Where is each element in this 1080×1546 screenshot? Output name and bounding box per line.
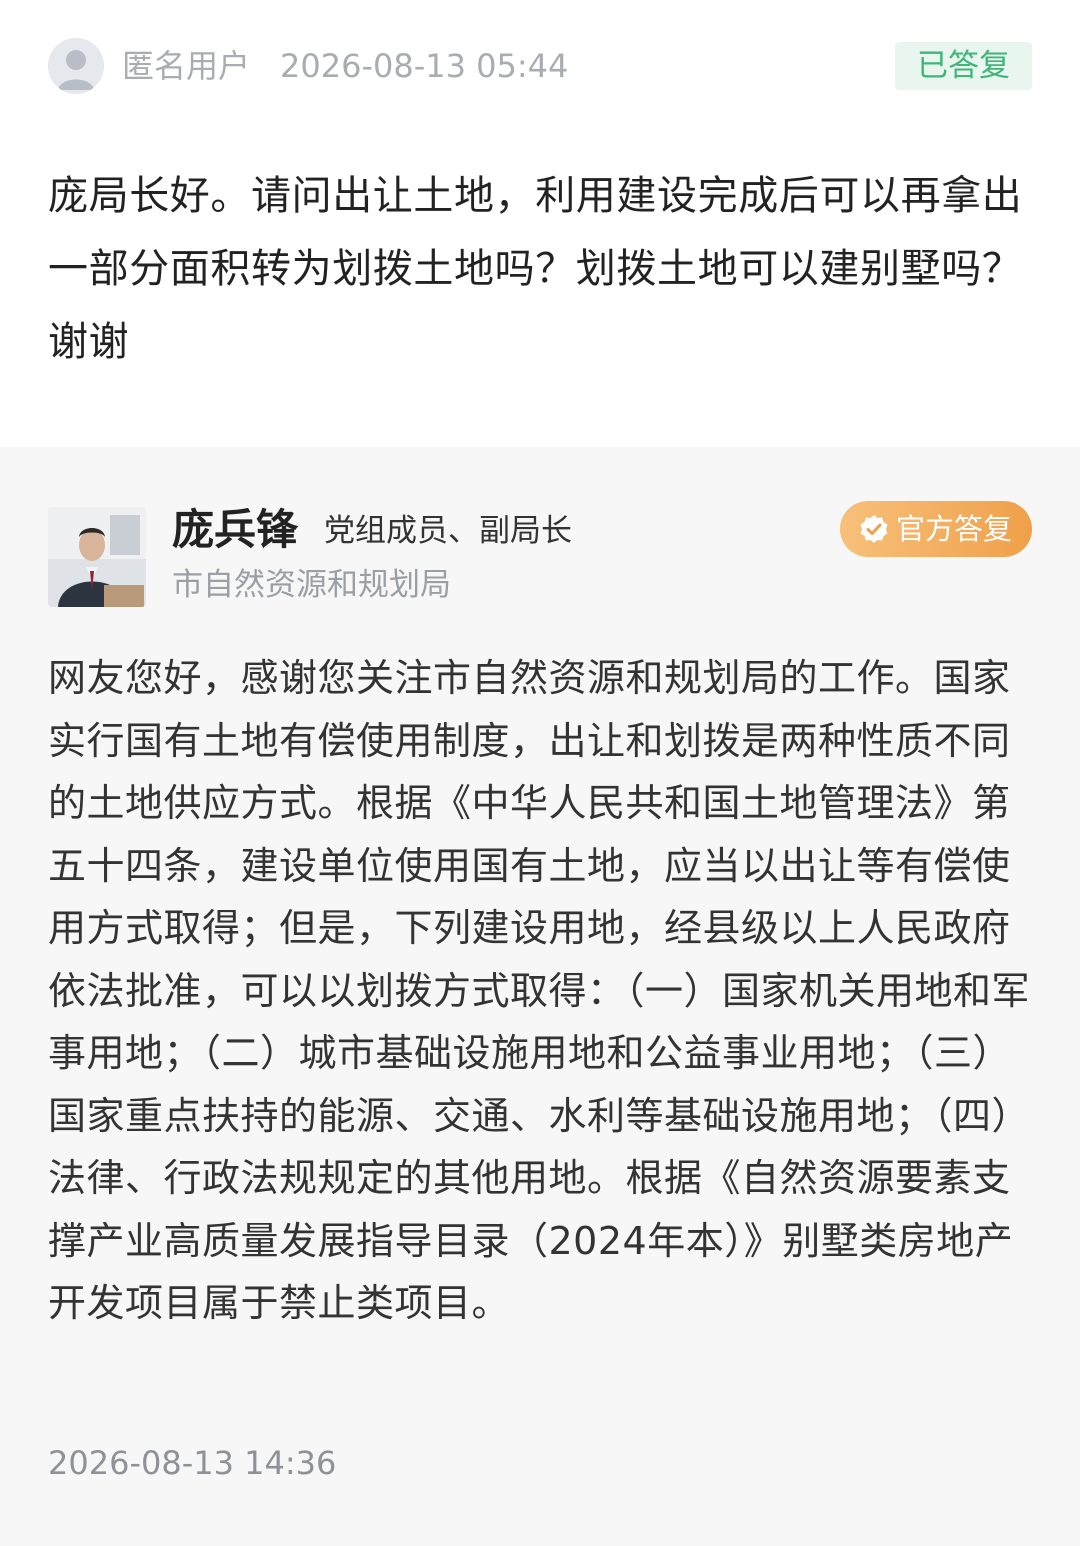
official-department: 市自然资源和规划局: [172, 567, 451, 603]
official-title: 党组成员、副局长: [324, 513, 572, 549]
official-avatar[interactable]: [48, 507, 146, 607]
answered-timestamp: 2026-08-13 14:36: [48, 1444, 337, 1482]
answer-text: 网友您好，感谢您关注市自然资源和规划局的工作。国家实行国有土地有偿使用制度，出让…: [48, 656, 1031, 1325]
user-silhouette-icon: [48, 38, 104, 94]
official-reply-label: 官方答复: [895, 512, 1012, 546]
question-header: 匿名用户 2026-08-13 05:44 已答复: [48, 36, 1032, 96]
question-card: 匿名用户 2026-08-13 05:44 已答复 庞局长好。请问出让土地，利用…: [0, 0, 1080, 447]
question-text: 庞局长好。请问出让土地，利用建设完成后可以再拿出一部分面积转为划拨土地吗？划拨土…: [48, 173, 1023, 365]
official-reply-badge: 官方答复: [839, 501, 1032, 557]
answer-card: 庞兵锋 党组成员、副局长 市自然资源和规划局 官方答复 网友您好，感谢您关注市自…: [0, 447, 1080, 1546]
official-photo-image: [48, 507, 146, 607]
verified-check-icon: [858, 513, 890, 545]
anonymous-avatar: [48, 38, 104, 94]
status-badge: 已答复: [895, 42, 1032, 90]
asker-name: 匿名用户: [122, 47, 251, 85]
official-name: 庞兵锋: [172, 505, 299, 554]
asked-timestamp: 2026-08-13 05:44: [280, 47, 569, 85]
